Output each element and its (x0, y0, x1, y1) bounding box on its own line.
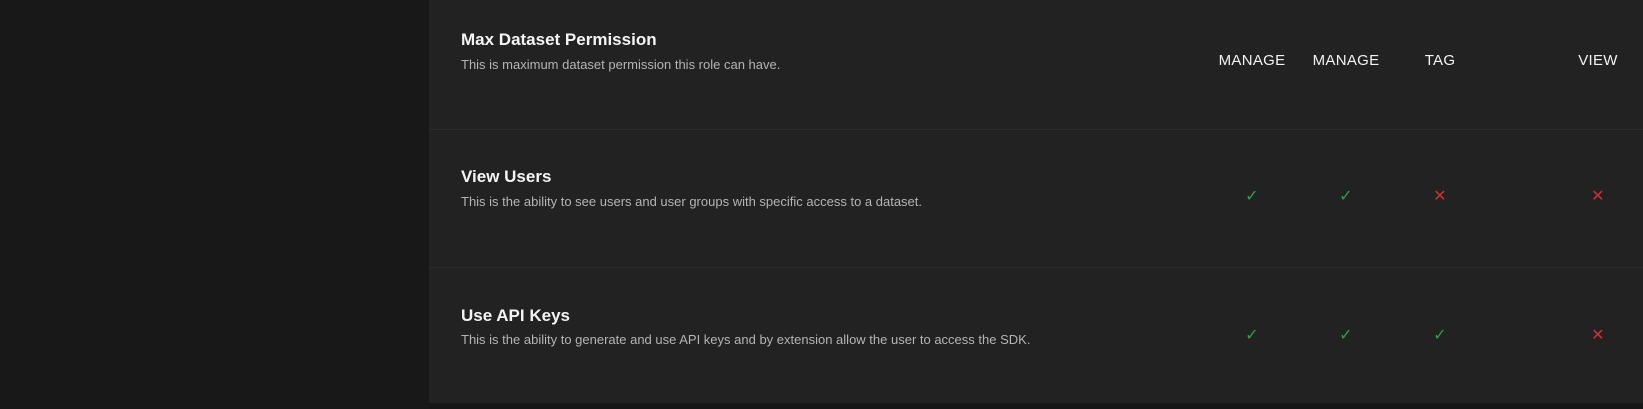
check-icon: ✓ (1433, 327, 1447, 344)
permission-description: This is the ability to generate and use … (461, 332, 1031, 347)
permission-row-view-users: View Users This is the ability to see us… (429, 129, 1643, 268)
cross-icon: ✕ (1591, 188, 1605, 205)
sidebar (0, 0, 429, 409)
check-icon: ✓ (1245, 327, 1259, 344)
permission-description: This is the ability to see users and use… (461, 194, 923, 209)
permissions-panel: Max Dataset Permission This is maximum d… (429, 0, 1643, 403)
cross-icon: ✕ (1433, 188, 1447, 205)
check-icon: ✓ (1245, 188, 1259, 205)
permission-title: Max Dataset Permission (461, 30, 657, 49)
permission-level-manage: MANAGE (1312, 52, 1380, 69)
permission-title: View Users (461, 167, 552, 186)
permission-level-view: VIEW (1578, 52, 1618, 69)
permission-title: Use API Keys (461, 306, 570, 325)
check-icon: ✓ (1339, 327, 1353, 344)
permission-level-manage: MANAGE (1218, 52, 1286, 69)
permission-row-use-api-keys: Use API Keys This is the ability to gene… (429, 268, 1643, 406)
permission-level-tag: TAG (1424, 52, 1456, 69)
cross-icon: ✕ (1591, 327, 1605, 344)
check-icon: ✓ (1339, 188, 1353, 205)
permission-row-max-dataset: Max Dataset Permission This is maximum d… (429, 0, 1643, 130)
permission-description: This is maximum dataset permission this … (461, 57, 781, 72)
